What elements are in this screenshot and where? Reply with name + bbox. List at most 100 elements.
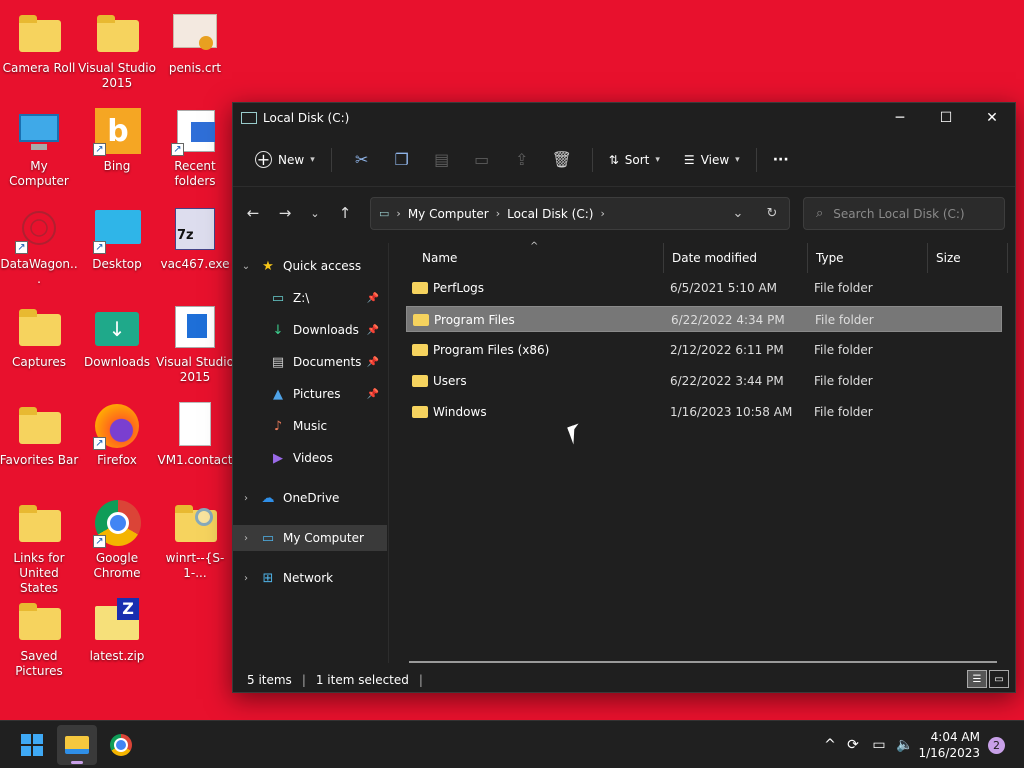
start-button[interactable] [12,725,52,765]
horizontal-scrollbar[interactable] [409,661,997,663]
taskbar-chrome[interactable] [101,725,141,765]
sidebar-item-onedrive[interactable]: › ☁ OneDrive [233,485,387,511]
maximize-button[interactable]: ☐ [923,103,969,133]
search-input[interactable] [833,206,1004,221]
desktop-icon-my-computer[interactable]: My Computer [0,108,78,189]
desktop-icon-recent-folders[interactable]: ↗ Recent folders [156,108,234,189]
desktop-icon-downloads[interactable]: ↓ Downloads [78,304,156,370]
desktop-icon-visual-studio-2[interactable]: Visual Studio 2015 [156,304,234,385]
music-icon: ♪ [273,418,283,434]
sort-button[interactable]: ⇅ Sort ▾ [603,144,666,176]
chevron-right-icon[interactable]: › [233,493,259,504]
pin-icon: 📌 [366,356,379,368]
file-icon [171,402,219,450]
details-view-icon[interactable]: ☰ [967,670,987,688]
desktop-icon-links[interactable]: Links for United States [0,500,78,596]
file-row[interactable]: Users 6/22/2022 3:44 PM File folder [406,368,1002,394]
chevron-right-icon[interactable]: › [233,533,259,544]
forward-arrow-icon[interactable]: → [269,198,301,228]
sync-icon[interactable]: ⟳ [840,737,866,753]
notification-badge[interactable]: 2 [988,737,1005,754]
folder-icon [412,375,428,387]
rename-icon[interactable]: ▭ [462,144,502,176]
sidebar-item-pictures[interactable]: ▲ Pictures 📌 [233,381,387,407]
refresh-icon[interactable]: ↻ [755,206,789,221]
desktop-icon-desktop[interactable]: ↗ Desktop [78,206,156,272]
clock-date: 1/16/2023 [918,746,980,760]
cut-icon[interactable]: ✂ [342,144,382,176]
breadcrumb-local-disk[interactable]: Local Disk (C:) [507,207,593,221]
file-row[interactable]: PerfLogs 6/5/2021 5:10 AM File folder [406,275,1002,301]
sidebar-item-music[interactable]: ♪ Music [233,413,387,439]
desktop-icon-bing[interactable]: b ↗ Bing [78,108,156,174]
exe-icon: 7z [171,206,219,254]
desktop-icon-captures[interactable]: Captures [0,304,78,370]
desktop-icon-camera-roll[interactable]: Camera Roll [0,10,78,76]
taskbar-file-explorer[interactable] [57,725,97,765]
delete-icon[interactable]: 🗑 [542,144,582,176]
minimize-button[interactable]: ─ [877,103,923,133]
chevron-right-icon[interactable]: › [233,573,259,584]
file-row-selected[interactable]: Program Files 6/22/2022 4:34 PM File fol… [406,306,1002,332]
network-icon[interactable]: ▭ [866,737,892,753]
sidebar-item-z-drive[interactable]: ▭ Z:\ 📌 [233,285,387,311]
desktop-icon-firefox[interactable]: ↗ Firefox [78,402,156,468]
desktop-icon-latest-zip[interactable]: Z latest.zip [78,598,156,664]
bing-icon: b ↗ [93,108,141,156]
picture-icon: ▲ [273,386,283,402]
desktop-icon-datawagon[interactable]: ↗ DataWagon... [0,206,78,287]
taskbar: ^ ⟳ ▭ 🔈 4:04 AM 1/16/2023 2 [0,720,1024,768]
folder-icon [15,402,63,450]
sidebar-item-videos[interactable]: ▶ Videos [233,445,387,471]
volume-icon[interactable]: 🔈 [892,737,918,753]
search-box[interactable]: ⌕ [803,197,1005,230]
search-folder-icon [171,500,219,548]
desktop-icon-winrt[interactable]: winrt--{S-1-... [156,500,234,581]
view-button[interactable]: ☰ View ▾ [678,144,746,176]
file-row[interactable]: Program Files (x86) 2/12/2022 6:11 PM Fi… [406,337,1002,363]
sidebar-item-downloads[interactable]: ↓ Downloads 📌 [233,317,387,343]
more-options-button[interactable]: ··· [767,144,795,176]
close-button[interactable]: ✕ [969,103,1015,133]
folder-icon [93,10,141,58]
sidebar-item-network[interactable]: › ⊞ Network [233,565,387,591]
column-header-name[interactable]: Name [414,243,664,273]
desktop-icon-saved-pictures[interactable]: Saved Pictures [0,598,78,679]
copy-icon[interactable]: ❐ [382,144,422,176]
tiles-view-icon[interactable]: ▭ [989,670,1009,688]
address-history-chevron-icon[interactable]: ⌄ [721,206,755,221]
column-header-type[interactable]: Type [808,243,928,273]
download-icon: ↓ [272,322,284,338]
sidebar-item-quick-access[interactable]: ⌄ ★ Quick access [233,253,387,279]
sidebar-item-documents[interactable]: ▤ Documents 📌 [233,349,387,375]
desktop-icon-favorites-bar[interactable]: Favorites Bar [0,402,78,468]
show-hidden-icons-chevron-icon[interactable]: ^ [820,737,840,753]
file-row[interactable]: Windows 1/16/2023 10:58 AM File folder [406,399,1002,425]
up-arrow-icon[interactable]: ↑ [329,198,361,228]
sidebar-item-my-computer[interactable]: › ▭ My Computer [233,525,387,551]
new-button[interactable]: + New ▾ [249,144,321,176]
status-bar: 5 items | 1 item selected | ☰ ▭ [233,668,1015,692]
chevron-down-icon[interactable]: ⌄ [233,261,259,272]
column-header-size[interactable]: Size [928,243,1008,273]
paste-icon[interactable]: ▤ [422,144,462,176]
desktop-icon-vm1-contact[interactable]: VM1.contact [156,402,234,468]
network-icon: ⊞ [262,570,274,586]
window-title: Local Disk (C:) [263,111,350,125]
column-header-date[interactable]: Date modified [664,243,808,273]
breadcrumb-my-computer[interactable]: My Computer [408,207,489,221]
taskbar-clock[interactable]: 4:04 AM 1/16/2023 [918,729,980,761]
cloud-icon: ☁ [261,490,275,506]
address-bar[interactable]: ▭ › My Computer › Local Disk (C:) › ⌄ ↻ [370,197,790,230]
desktop-icon-vac467[interactable]: 7z vac467.exe [156,206,234,272]
desktop-icon-visual-studio[interactable]: Visual Studio 2015 [78,10,156,91]
search-icon: ⌕ [816,206,824,221]
back-arrow-icon[interactable]: ← [237,198,269,228]
certificate-icon [171,10,219,58]
share-icon[interactable]: ⇪ [502,144,542,176]
desktop-icon-penis-crt[interactable]: penis.crt [156,10,234,76]
recent-locations-chevron-icon[interactable]: ⌄ [301,198,329,228]
desktop-icon-google-chrome[interactable]: ↗ Google Chrome [78,500,156,581]
zip-icon: Z [93,598,141,646]
command-bar: + New ▾ ✂ ❐ ▤ ▭ ⇪ 🗑 ⇅ Sort ▾ ☰ View ▾ ··… [233,133,1015,187]
